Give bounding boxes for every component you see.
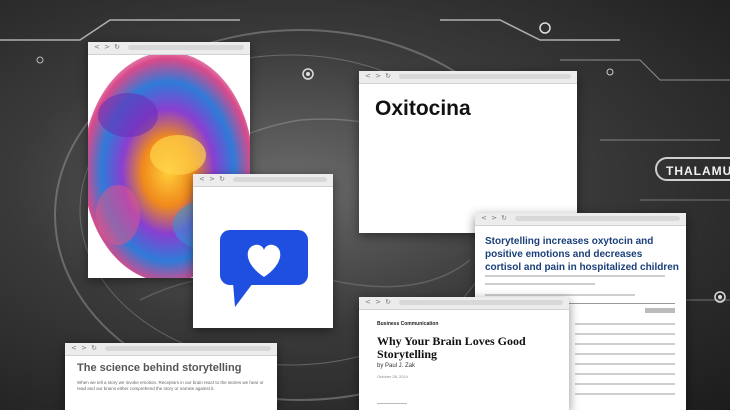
body-line — [575, 323, 675, 325]
url-bar — [128, 45, 244, 50]
science-storytelling-window: < > ↻ The science behind storytelling Wh… — [65, 343, 277, 410]
oxitocina-window: < > ↻ Oxitocina — [359, 71, 577, 233]
window-chrome: < > ↻ — [359, 71, 577, 84]
science-title[interactable]: The science behind storytelling — [77, 362, 241, 374]
paper-title[interactable]: Storytelling increases oxytocin and posi… — [485, 235, 680, 274]
nav-controls: < > ↻ — [481, 214, 509, 222]
hbr-article-window: < > ↻ Business Communication Why Your Br… — [359, 297, 569, 410]
body-line — [575, 373, 675, 375]
window-chrome: < > ↻ — [65, 343, 277, 356]
author-line — [485, 275, 665, 277]
nav-controls: < > ↻ — [199, 175, 227, 183]
body-line — [575, 333, 675, 335]
window-chrome: < > ↻ — [359, 297, 569, 310]
body-line — [575, 383, 675, 385]
body-line — [575, 393, 675, 395]
toolbar-icons — [645, 308, 675, 313]
body-line — [575, 353, 675, 355]
meta-line — [485, 294, 635, 296]
share-line — [377, 403, 407, 404]
window-chrome: < > ↻ — [193, 174, 333, 187]
body-line — [575, 363, 675, 365]
article-date: October 28, 2014 — [377, 374, 408, 379]
author-line — [485, 283, 595, 285]
article-byline: by Paul J. Zak — [377, 363, 416, 369]
url-bar — [399, 74, 571, 79]
url-bar — [515, 216, 680, 221]
body-line — [575, 343, 675, 345]
nav-controls: < > ↻ — [365, 298, 393, 306]
video-frame: THALAMU < > ↻ < > ↻ < > ↻ Oxitocina < > … — [0, 0, 730, 410]
window-chrome: < > ↻ — [88, 42, 250, 55]
article-title[interactable]: Why Your Brain Loves Good Storytelling — [377, 335, 527, 361]
nav-controls: < > ↻ — [71, 344, 99, 352]
window-chrome: < > ↻ — [475, 213, 686, 226]
thalamus-label: THALAMU — [655, 157, 730, 181]
article-category: Business Communication — [377, 321, 439, 327]
url-bar — [105, 346, 271, 351]
heart-message-icon — [220, 230, 308, 307]
url-bar — [399, 300, 563, 305]
url-bar — [233, 177, 327, 182]
heart-message-window: < > ↻ — [193, 174, 333, 328]
science-body: When we tell a story we invoke emotion. … — [77, 380, 264, 391]
nav-controls: < > ↻ — [365, 72, 393, 80]
oxitocina-title: Oxitocina — [375, 97, 471, 120]
nav-controls: < > ↻ — [94, 43, 122, 51]
